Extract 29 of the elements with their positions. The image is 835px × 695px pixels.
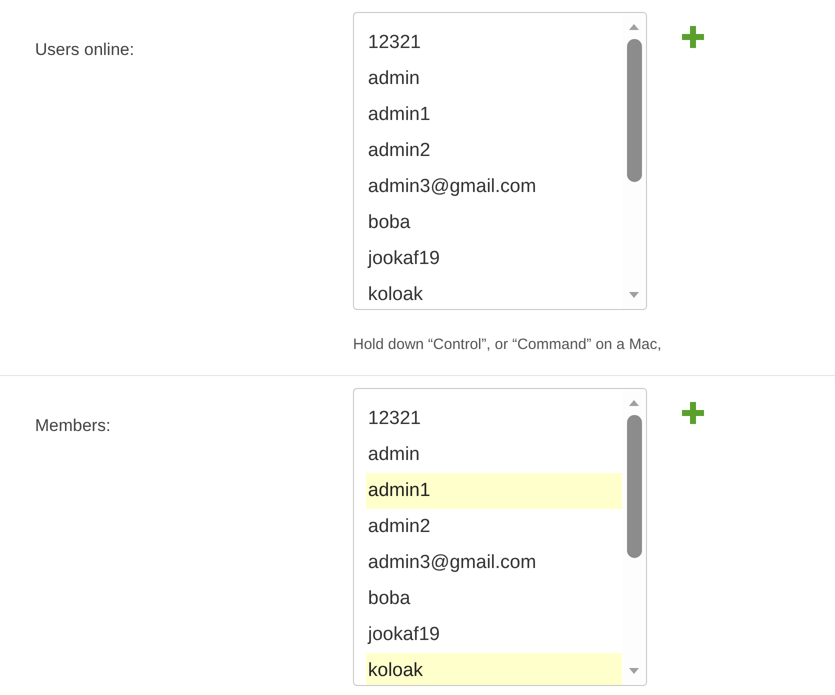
add-icon[interactable]	[682, 402, 704, 424]
list-option[interactable]: admin2	[366, 509, 622, 545]
list-option[interactable]: koloak	[366, 277, 622, 309]
field-label: Users online:	[34, 40, 136, 60]
list-option[interactable]: admin3@gmail.com	[366, 169, 622, 205]
list-option[interactable]: admin2	[366, 133, 622, 169]
scroll-down-icon[interactable]	[628, 291, 640, 299]
list-option[interactable]: boba	[366, 581, 622, 617]
field-label: Members:	[34, 416, 112, 436]
help-text: Hold down “Control”, or “Command” on a Mac,	[353, 336, 662, 353]
scroll-up-icon[interactable]	[628, 399, 640, 407]
multi-select-list[interactable]: 12321 admin admin1 admin2 admin3@gmail.com boba jookaf19 koloak	[353, 12, 647, 310]
scroll-up-icon[interactable]	[628, 23, 640, 31]
multi-select-list[interactable]: 12321 admin admin1 admin2 admin3@gmail.com boba jookaf19 koloak	[353, 388, 647, 686]
list-option[interactable]: admin	[366, 437, 622, 473]
list-option[interactable]: 12321	[366, 25, 622, 61]
list-option[interactable]: admin3@gmail.com	[366, 545, 622, 581]
list-option[interactable]: admin	[366, 61, 622, 97]
list-option[interactable]: admin1	[366, 473, 622, 509]
list-option[interactable]: koloak	[366, 653, 622, 685]
list-option[interactable]: jookaf19	[366, 617, 622, 653]
scroll-down-icon[interactable]	[628, 667, 640, 675]
scrollbar-thumb[interactable]	[626, 415, 642, 558]
add-icon[interactable]	[682, 26, 704, 48]
list-option[interactable]: boba	[366, 205, 622, 241]
list-option[interactable]: jookaf19	[366, 241, 622, 277]
list-option[interactable]: 12321	[366, 401, 622, 437]
scrollbar-thumb[interactable]	[626, 39, 642, 182]
list-option[interactable]: admin1	[366, 97, 622, 133]
